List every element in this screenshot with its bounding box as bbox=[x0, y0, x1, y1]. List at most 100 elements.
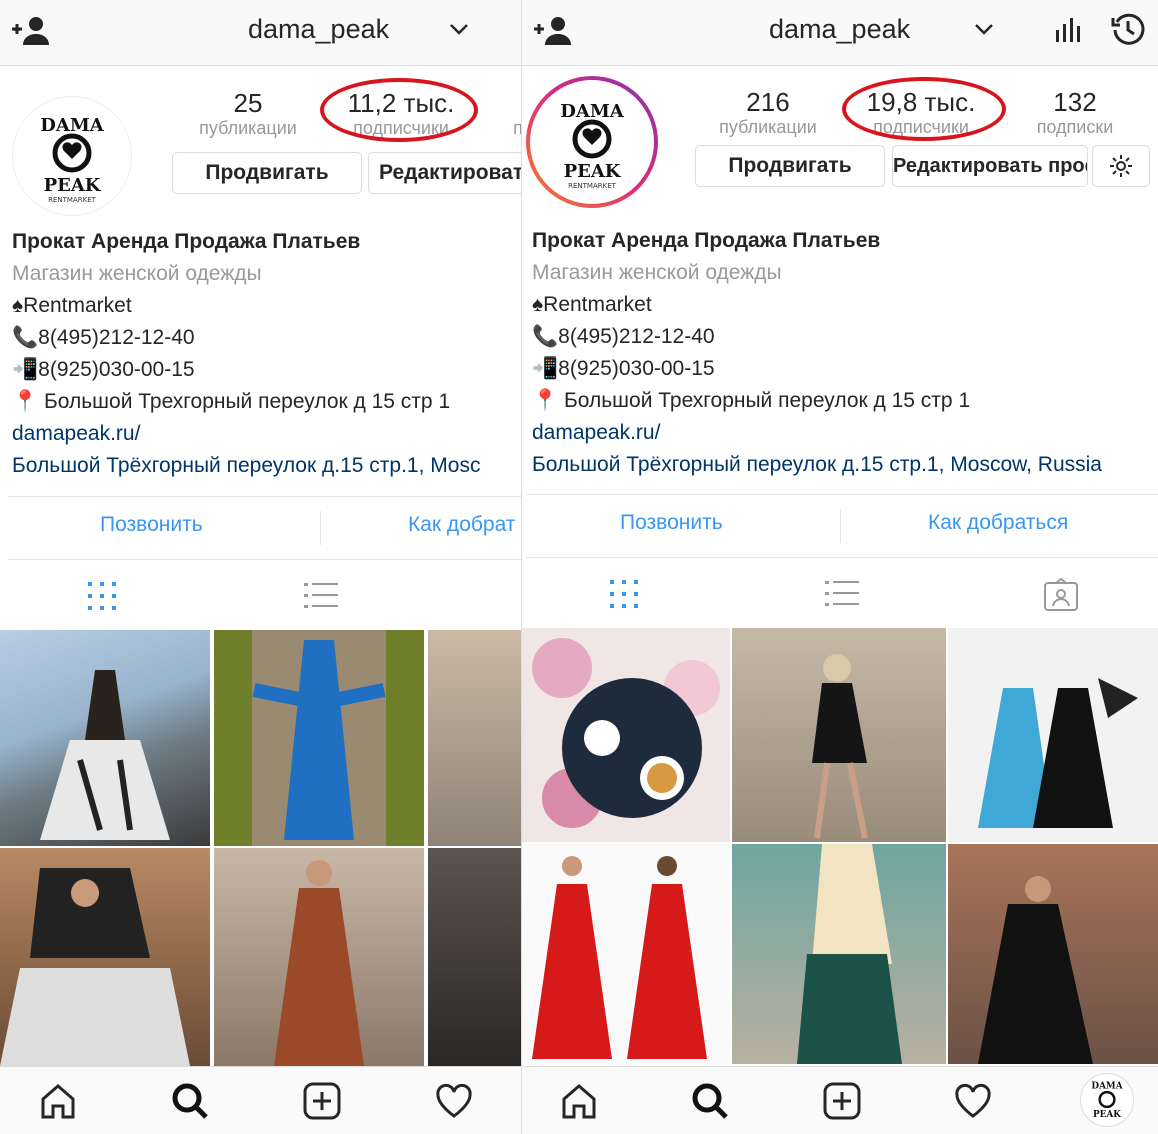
svg-text:RENTMARKET: RENTMARKET bbox=[568, 182, 617, 190]
posts-count: 216 bbox=[746, 87, 790, 117]
following-label: подписки bbox=[1036, 117, 1114, 137]
photo-grid bbox=[522, 628, 1158, 1064]
view-tabs bbox=[0, 560, 521, 630]
following-stat[interactable]: 132 подписки bbox=[1022, 87, 1128, 137]
call-button[interactable]: Позвонить bbox=[620, 511, 723, 535]
username[interactable]: dama_peak bbox=[769, 14, 910, 45]
divider bbox=[840, 509, 841, 543]
post-thumbnail[interactable] bbox=[732, 844, 946, 1064]
website-link[interactable]: damapeak.ru/ bbox=[532, 417, 1158, 449]
svg-text:DAMA: DAMA bbox=[560, 101, 625, 122]
bio-brand: ♠Rentmarket bbox=[12, 294, 132, 317]
post-thumbnail[interactable] bbox=[428, 630, 521, 846]
heart-icon[interactable] bbox=[434, 1081, 474, 1126]
bio-phone-1: 📞8(495)212-12-40 bbox=[12, 326, 195, 349]
website-link[interactable]: damapeak.ru/ bbox=[12, 418, 521, 450]
dama-peak-logo: DAMA PEAK RENTMARKET bbox=[40, 115, 105, 204]
post-thumbnail[interactable] bbox=[522, 628, 730, 842]
new-post-icon[interactable] bbox=[302, 1081, 342, 1126]
archive-clock-icon[interactable] bbox=[1111, 12, 1145, 51]
bottom-nav: DAMA PEAK bbox=[522, 1066, 1158, 1134]
bottom-nav bbox=[0, 1066, 521, 1134]
directions-button[interactable]: Как добрат bbox=[408, 513, 515, 537]
dama-peak-logo: DAMA PEAK bbox=[1080, 1073, 1134, 1127]
chevron-down-icon[interactable] bbox=[448, 18, 470, 45]
bio-address: 📍 Большой Трехгорный переулок д 15 стр 1 bbox=[532, 389, 971, 412]
posts-stat[interactable]: 25 публикации bbox=[188, 88, 308, 138]
following-label: п bbox=[513, 118, 521, 138]
bio: Прокат Аренда Продажа Платьев Магазин же… bbox=[532, 225, 1158, 481]
address-link[interactable]: Большой Трёхгорный переулок д.15 стр.1, … bbox=[12, 450, 521, 482]
list-view-icon[interactable] bbox=[825, 578, 859, 615]
username[interactable]: dama_peak bbox=[248, 14, 389, 45]
post-thumbnail[interactable] bbox=[214, 630, 424, 846]
posts-label: публикации bbox=[199, 118, 297, 138]
posts-label: публикации bbox=[719, 117, 817, 137]
profile-avatar-tab[interactable]: DAMA PEAK bbox=[1080, 1073, 1134, 1132]
add-person-icon[interactable] bbox=[10, 14, 52, 53]
post-thumbnail[interactable] bbox=[948, 628, 1158, 842]
post-thumbnail[interactable] bbox=[522, 844, 730, 1064]
divider bbox=[320, 511, 321, 545]
search-icon[interactable] bbox=[170, 1081, 210, 1126]
bio-address: 📍 Большой Трехгорный переулок д 15 стр 1 bbox=[12, 390, 451, 413]
view-tabs bbox=[522, 558, 1158, 628]
svg-text:PEAK: PEAK bbox=[564, 161, 622, 182]
edit-profile-button[interactable]: Редактировать профиль bbox=[892, 145, 1088, 187]
promote-button[interactable]: Продвигать bbox=[695, 145, 885, 187]
new-post-icon[interactable] bbox=[822, 1081, 862, 1126]
profile-name: Прокат Аренда Продажа Платьев bbox=[12, 230, 361, 253]
bio-phone-2: 📲8(925)030-00-15 bbox=[12, 358, 195, 381]
svg-text:DAMA: DAMA bbox=[1091, 1082, 1122, 1092]
svg-text:DAMA: DAMA bbox=[40, 115, 105, 136]
top-bar: dama_peak bbox=[522, 0, 1158, 66]
right-profile-screen: dama_peak DAMA PEAK RENTMARKET 216 публи… bbox=[521, 0, 1158, 1134]
tagged-photos-icon[interactable] bbox=[1043, 577, 1079, 617]
address-link[interactable]: Большой Трёхгорный переулок д.15 стр.1, … bbox=[532, 449, 1158, 481]
post-thumbnail[interactable] bbox=[214, 848, 424, 1066]
contact-actions: Позвонить Как добраться bbox=[526, 494, 1158, 558]
home-icon[interactable] bbox=[559, 1081, 599, 1126]
add-person-icon[interactable] bbox=[532, 14, 574, 53]
call-button[interactable]: Позвонить bbox=[100, 513, 203, 537]
avatar[interactable]: DAMA PEAK RENTMARKET bbox=[526, 76, 658, 208]
following-count: 132 bbox=[1053, 87, 1097, 117]
post-thumbnail[interactable] bbox=[428, 848, 521, 1066]
avatar[interactable]: DAMA PEAK RENTMARKET bbox=[12, 96, 132, 216]
profile-category: Магазин женской одежды bbox=[12, 262, 262, 285]
settings-button[interactable] bbox=[1092, 145, 1150, 187]
post-thumbnail[interactable] bbox=[0, 848, 210, 1066]
edit-profile-button[interactable]: Редактировать пр bbox=[368, 152, 521, 194]
insights-icon[interactable] bbox=[1054, 16, 1084, 49]
followers-highlight-circle bbox=[842, 77, 1006, 141]
heart-icon[interactable] bbox=[953, 1081, 993, 1126]
post-thumbnail[interactable] bbox=[732, 628, 946, 842]
photo-grid bbox=[0, 630, 521, 1066]
grid-view-icon[interactable] bbox=[608, 578, 640, 615]
search-icon[interactable] bbox=[690, 1081, 730, 1126]
promote-button[interactable]: Продвигать bbox=[172, 152, 362, 194]
directions-button[interactable]: Как добраться bbox=[928, 511, 1068, 535]
bio-phone-2: 📲8(925)030-00-15 bbox=[532, 357, 715, 380]
dama-peak-logo: DAMA PEAK RENTMARKET bbox=[560, 101, 625, 190]
home-icon[interactable] bbox=[38, 1081, 78, 1126]
followers-highlight-circle bbox=[320, 78, 478, 142]
post-thumbnail[interactable] bbox=[0, 630, 210, 846]
list-view-icon[interactable] bbox=[304, 580, 338, 617]
bio-phone-1: 📞8(495)212-12-40 bbox=[532, 325, 715, 348]
profile-category: Магазин женской одежды bbox=[532, 261, 782, 284]
left-profile-screen: dama_peak DAMA PEAK RENTMARKET 25 публик… bbox=[0, 0, 521, 1134]
grid-view-icon[interactable] bbox=[86, 580, 118, 617]
bio: Прокат Аренда Продажа Платьев Магазин же… bbox=[12, 226, 521, 482]
gear-icon bbox=[1110, 155, 1132, 177]
following-stat-cut[interactable]: п bbox=[508, 118, 521, 138]
post-thumbnail[interactable] bbox=[948, 844, 1158, 1064]
svg-text:PEAK: PEAK bbox=[44, 175, 102, 196]
svg-text:PEAK: PEAK bbox=[1093, 1110, 1121, 1120]
posts-stat[interactable]: 216 публикации bbox=[708, 87, 828, 137]
top-bar: dama_peak bbox=[0, 0, 521, 66]
contact-actions: Позвонить Как добрат bbox=[8, 496, 521, 560]
svg-text:RENTMARKET: RENTMARKET bbox=[48, 196, 97, 204]
posts-count: 25 bbox=[233, 88, 263, 118]
chevron-down-icon[interactable] bbox=[973, 18, 995, 45]
